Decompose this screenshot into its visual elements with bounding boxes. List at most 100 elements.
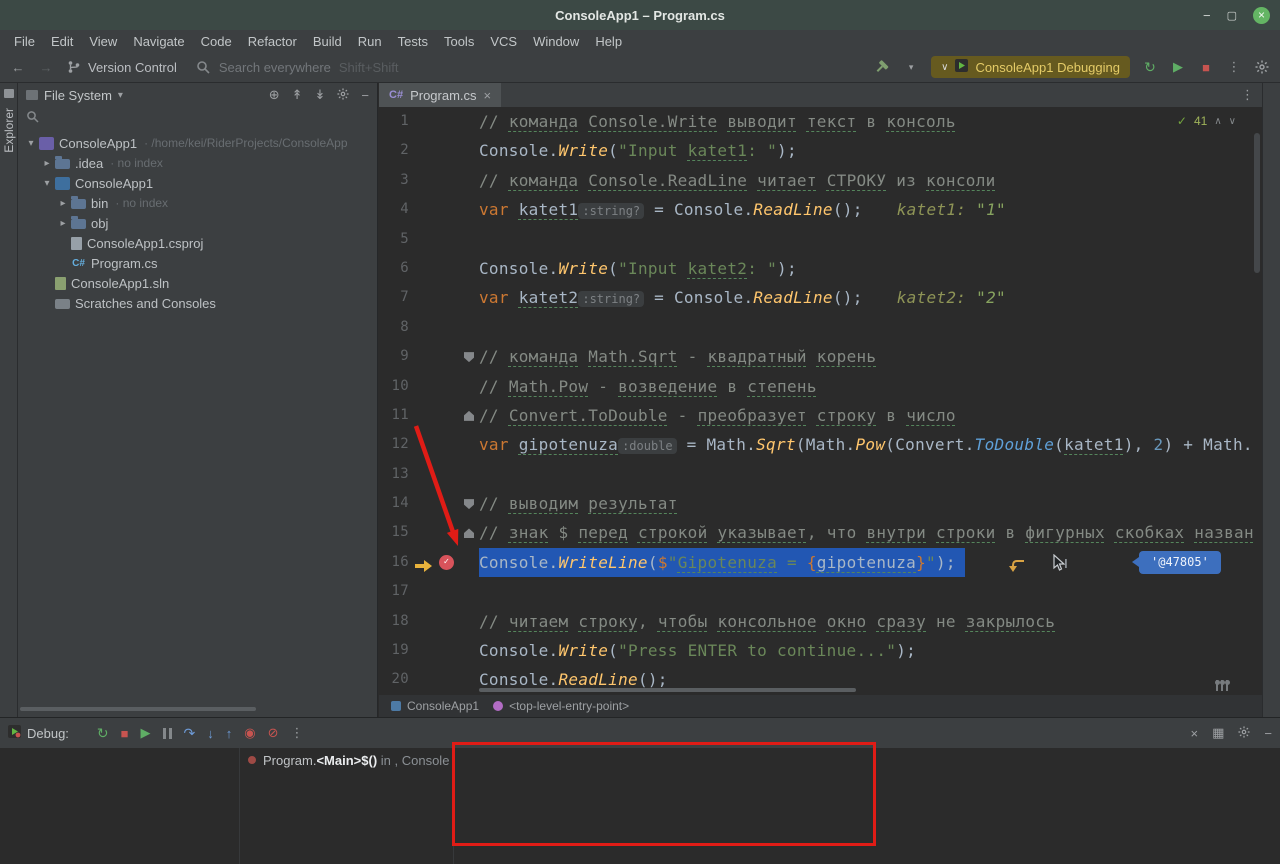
code-line[interactable] (479, 577, 1262, 606)
explorer-tool-icon[interactable] (4, 89, 14, 98)
gutter[interactable]: 3 (379, 166, 479, 195)
debug-window-label[interactable]: Debug: (8, 725, 69, 741)
gutter[interactable]: 6 (379, 254, 479, 283)
menu-item-build[interactable]: Build (305, 32, 350, 51)
debug-settings-gear-icon[interactable] (1238, 726, 1250, 741)
prev-problem-icon[interactable]: ∧ (1214, 116, 1221, 127)
toolbar-kebab-icon[interactable]: ⋮ (1226, 59, 1242, 75)
menu-item-tests[interactable]: Tests (390, 32, 436, 51)
version-control-widget[interactable]: Version Control (66, 60, 177, 75)
gutter[interactable]: 1 (379, 107, 479, 136)
fold-marker-icon[interactable] (464, 499, 474, 509)
chevron-icon[interactable]: ▾ (24, 138, 38, 149)
gutter[interactable]: 9 (379, 342, 479, 371)
rerun-icon[interactable]: ↻ (1142, 59, 1158, 76)
next-problem-icon[interactable]: ∨ (1229, 116, 1236, 127)
gutter[interactable]: 16✓ (379, 548, 479, 577)
fold-marker-icon[interactable] (464, 528, 474, 538)
tree-item[interactable]: ▾ConsoleApp1· /home/kei/RiderProjects/Co… (18, 133, 377, 153)
code-line[interactable]: // Convert.ToDouble - преобразует строку… (479, 401, 1262, 430)
hide-panel-icon[interactable]: − (361, 88, 369, 103)
run-configuration-select[interactable]: ∨ ConsoleApp1 Debugging (931, 56, 1130, 78)
menu-item-help[interactable]: Help (587, 32, 630, 51)
gutter[interactable]: 19 (379, 636, 479, 665)
code-line[interactable] (479, 225, 1262, 254)
gutter[interactable]: 5 (379, 225, 479, 254)
stop-icon[interactable]: ■ (1198, 60, 1214, 75)
editor-horizontal-scrollbar[interactable] (479, 688, 856, 692)
chevron-icon[interactable]: ▸ (40, 158, 54, 169)
tree-item[interactable]: ConsoleApp1.sln (18, 273, 377, 293)
back-icon[interactable]: ← (10, 60, 26, 75)
close-debug-icon[interactable]: × (1191, 726, 1199, 741)
maximize-button[interactable]: ▢ (1227, 9, 1237, 22)
code-line[interactable]: // команда Console.Write выводит текст в… (479, 107, 1262, 136)
tab-program-cs[interactable]: C# Program.cs × (379, 83, 501, 107)
code-line[interactable]: Console.Write("Press ENTER to continue..… (479, 636, 1262, 665)
locate-file-icon[interactable]: ⊕ (269, 87, 280, 103)
chevron-icon[interactable]: ▸ (56, 218, 70, 229)
pause-icon[interactable] (163, 728, 172, 739)
gutter[interactable]: 10 (379, 372, 479, 401)
tree-horizontal-scrollbar[interactable] (20, 707, 256, 711)
code-line[interactable]: // команда Console.ReadLine читает СТРОК… (479, 166, 1262, 195)
tab-close-icon[interactable]: × (484, 88, 492, 103)
minimize-button[interactable]: − (1203, 8, 1211, 23)
tree-item[interactable]: ▸.idea· no index (18, 153, 377, 173)
menu-item-window[interactable]: Window (525, 32, 587, 51)
gutter[interactable]: 11 (379, 401, 479, 430)
editor-body[interactable]: 1// команда Console.Write выводит текст … (379, 107, 1262, 695)
settings-gear-icon[interactable] (1254, 60, 1270, 74)
tree-item[interactable]: ▸obj (18, 213, 377, 233)
fold-marker-icon[interactable] (464, 411, 474, 421)
menu-item-refactor[interactable]: Refactor (240, 32, 305, 51)
minimize-debug-icon[interactable]: − (1264, 726, 1272, 741)
gutter[interactable]: 18 (379, 607, 479, 636)
gutter[interactable]: 13 (379, 460, 479, 489)
menu-item-navigate[interactable]: Navigate (125, 32, 192, 51)
layout-grid-icon[interactable]: ▦ (1212, 725, 1224, 741)
view-breakpoints-icon[interactable]: ◉ (244, 725, 255, 741)
step-over-icon[interactable]: ↷ (184, 725, 196, 742)
debug-kebab-icon[interactable]: ⋮ (291, 725, 304, 741)
step-into-icon[interactable]: ↓ (207, 726, 214, 741)
scope-selector[interactable]: File System (44, 88, 112, 103)
chevron-icon[interactable]: ▸ (56, 198, 70, 209)
tree-item[interactable]: ▸bin· no index (18, 193, 377, 213)
code-line[interactable]: var katet2:string? = Console.ReadLine();… (479, 283, 1262, 312)
code-line[interactable]: // Math.Pow - возведение в степень (479, 372, 1262, 401)
menu-item-file[interactable]: File (6, 32, 43, 51)
editor-vertical-scrollbar[interactable] (1254, 133, 1260, 273)
gutter[interactable]: 2 (379, 136, 479, 165)
code-line[interactable]: // читаем строку, чтобы консольное окно … (479, 607, 1262, 636)
expand-all-icon[interactable]: ↡ (315, 87, 326, 103)
code-line[interactable]: var katet1:string? = Console.ReadLine();… (479, 195, 1262, 224)
stack-frame-row[interactable]: Program.<Main>$() in , Console (240, 750, 453, 770)
code-line[interactable]: // выводим результат (479, 489, 1262, 518)
gutter[interactable]: 12 (379, 430, 479, 459)
chevron-icon[interactable]: ▾ (40, 178, 54, 189)
code-line[interactable]: Console.Write("Input katet1: "); (479, 136, 1262, 165)
code-line[interactable]: // команда Math.Sqrt - квадратный корень (479, 342, 1262, 371)
rerun-debug-icon[interactable]: ↻ (97, 725, 109, 742)
code-line[interactable]: var gipotenuza:double = Math.Sqrt(Math.P… (479, 430, 1262, 459)
menu-item-tools[interactable]: Tools (436, 32, 482, 51)
build-dropdown-icon[interactable]: ▾ (903, 62, 919, 73)
collapse-all-icon[interactable]: ↟ (292, 87, 303, 103)
gutter[interactable]: 14 (379, 489, 479, 518)
gutter[interactable]: 20 (379, 665, 479, 694)
breadcrumb-item[interactable]: <top-level-entry-point> (493, 699, 629, 713)
step-out-icon[interactable]: ↑ (226, 726, 233, 741)
breakpoint-icon[interactable]: ✓ (439, 555, 454, 570)
code-line[interactable] (479, 313, 1262, 342)
tree-item[interactable]: C#Program.cs (18, 253, 377, 273)
menu-item-run[interactable]: Run (350, 32, 390, 51)
menu-item-code[interactable]: Code (193, 32, 240, 51)
gutter[interactable]: 4 (379, 195, 479, 224)
tabbar-kebab-icon[interactable]: ⋮ (1241, 87, 1254, 103)
panel-settings-gear-icon[interactable] (337, 88, 349, 103)
build-hammer-icon[interactable] (875, 60, 891, 75)
scope-chevron-icon[interactable]: ▾ (118, 90, 123, 101)
code-line[interactable] (479, 460, 1262, 489)
inspections-widget[interactable]: ✓ 41 ∧ ∨ (1177, 114, 1236, 128)
